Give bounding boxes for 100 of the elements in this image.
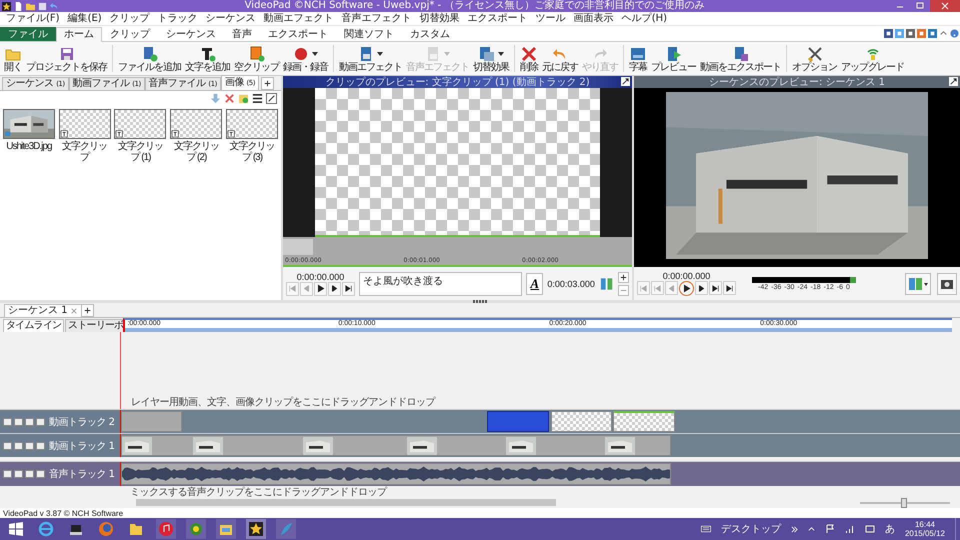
delete-icon[interactable] — [224, 93, 235, 104]
menu-item[interactable]: ツール — [532, 12, 570, 24]
clock-date[interactable]: 2015/05/12 — [904, 529, 945, 538]
text-clip[interactable] — [550, 411, 612, 432]
resize-icon[interactable] — [266, 93, 277, 104]
dropdown-icon — [377, 52, 383, 56]
transport-button[interactable] — [723, 281, 736, 295]
add-tab-icon[interactable] — [260, 77, 274, 90]
close-tab-icon[interactable] — [70, 308, 77, 314]
toolbar-button[interactable]: 動画エフェクト — [337, 43, 404, 74]
ribbon-tab[interactable]: エクスポート — [260, 27, 336, 41]
text-clip-thumbnail[interactable] — [114, 109, 166, 139]
toolbar-button[interactable]: 字幕 — [627, 43, 649, 74]
toolbar-button[interactable]: 切替効果 — [471, 43, 511, 74]
menu-item[interactable]: クリップ — [106, 12, 154, 24]
input-icon[interactable] — [864, 524, 875, 534]
ribbon-tab[interactable]: クリップ — [102, 27, 158, 41]
undock-icon[interactable] — [949, 77, 958, 86]
transport-button[interactable] — [709, 281, 722, 295]
ribbon-tab[interactable]: ホーム — [56, 27, 102, 42]
toolbar-button[interactable]: プレビュー — [649, 43, 698, 74]
browser-icon[interactable] — [36, 519, 56, 539]
list-view-icon[interactable] — [252, 93, 263, 104]
menu-item[interactable]: ヘルプ(H) — [618, 12, 672, 24]
text-add-icon — [200, 46, 216, 62]
sequence-tab[interactable]: シーケンス 1 — [4, 304, 83, 317]
toolbar-button[interactable]: ファイルを追加 — [116, 43, 183, 74]
toolbar-button[interactable]: 開く — [2, 43, 24, 74]
menu-item[interactable]: ファイル(F) — [2, 12, 64, 24]
toolbar-button[interactable]: 空クリップ — [232, 43, 281, 74]
help-icon[interactable] — [950, 29, 959, 38]
track-header[interactable]: 音声トラック 1 — [0, 462, 120, 486]
ribbon-tab[interactable]: シーケンス — [158, 27, 224, 41]
toolbar-button[interactable]: オプション — [790, 43, 839, 74]
ribbon-tab[interactable]: 関連ソフト — [336, 27, 402, 41]
text-clip-thumbnail[interactable] — [170, 109, 222, 139]
track-header[interactable]: 動画トラック 2 — [0, 410, 120, 433]
track-header[interactable]: 動画トラック 1 — [0, 434, 120, 457]
text-clip[interactable] — [613, 411, 675, 432]
thumbnail-label: 文字クリップ (2) — [172, 141, 220, 163]
caret-icon[interactable] — [808, 526, 815, 532]
menu-item[interactable]: 画面表示 — [570, 12, 618, 24]
menu-item[interactable]: 動画エフェクト — [260, 12, 338, 24]
toolbar-button[interactable]: 元に戻す — [540, 43, 580, 74]
toolbar-button[interactable]: アップグレード — [839, 43, 906, 74]
ribbon-tab[interactable]: ファイル — [0, 27, 56, 41]
transport-button[interactable] — [328, 282, 341, 296]
view-tab[interactable]: タイムライン — [3, 319, 64, 332]
toolbar-button[interactable]: 録画・録音 — [281, 43, 330, 74]
save-icon[interactable] — [38, 2, 47, 10]
ribbon-tab[interactable]: カスタム — [402, 27, 458, 41]
toolbar-button[interactable]: 文字を追加 — [183, 43, 232, 74]
transport-button[interactable] — [679, 281, 694, 296]
text-field[interactable]: そよ風が吹き渡る — [359, 272, 522, 296]
keyboard-icon[interactable] — [700, 524, 711, 534]
menu-item[interactable]: トラック — [154, 12, 202, 24]
skip-start-icon — [288, 284, 297, 293]
video-clip[interactable] — [121, 435, 672, 456]
file-explorer-icon[interactable] — [216, 519, 236, 539]
globe-icon[interactable] — [186, 519, 206, 539]
antenna-icon — [864, 46, 880, 62]
horizontal-scrollbar[interactable] — [136, 499, 556, 506]
clip-thumbnail — [506, 437, 536, 455]
toolbar-button[interactable]: 削除 — [518, 43, 540, 74]
toolbar-button[interactable]: プロジェクトを保存 — [24, 43, 109, 74]
toolbar-label[interactable]: デスクトップ — [720, 522, 781, 536]
tools-icon — [806, 46, 822, 62]
ribbon-tab[interactable]: 音声 — [224, 27, 260, 41]
undock-icon[interactable] — [621, 77, 630, 86]
menu-item[interactable]: 切替効果 — [416, 12, 464, 24]
text-clip-thumbnail[interactable] — [58, 109, 111, 139]
split-screen-button[interactable] — [905, 272, 931, 294]
skip-start-icon — [639, 284, 648, 292]
transport-button[interactable] — [695, 281, 708, 295]
transport-button[interactable] — [342, 282, 355, 296]
menu-item[interactable]: 編集(E) — [64, 12, 106, 24]
ime-indicator[interactable]: あ — [884, 522, 895, 536]
plus-icon[interactable] — [618, 272, 629, 282]
splitter-handle[interactable] — [473, 300, 487, 303]
close-button[interactable] — [930, 0, 960, 12]
music-icon[interactable] — [156, 519, 176, 539]
snapshot-button[interactable] — [937, 272, 957, 294]
star-icon[interactable] — [246, 519, 266, 539]
network-icon[interactable] — [844, 524, 855, 534]
flag-icon[interactable] — [824, 524, 835, 534]
menu-item[interactable]: 音声エフェクト — [338, 12, 416, 24]
transport-button[interactable] — [314, 282, 327, 296]
toolbar-button[interactable]: 動画をエクスポート — [698, 43, 783, 74]
start-icon[interactable] — [6, 519, 26, 539]
clock-time[interactable]: 16:44 — [914, 520, 935, 529]
add-tab-icon[interactable] — [80, 304, 94, 317]
record-icon — [293, 46, 309, 62]
menu-item[interactable]: シーケンス — [202, 12, 260, 24]
text-clip[interactable] — [486, 411, 549, 432]
drop-hint: ミックスする音声クリップをここにドラッグアンドドロップ — [130, 486, 386, 498]
text-clip[interactable] — [121, 411, 182, 432]
text-clip-thumbnail[interactable] — [226, 109, 278, 139]
menu-item[interactable]: エクスポート — [464, 12, 532, 24]
font-button[interactable]: A — [526, 272, 544, 294]
chevron-icon[interactable] — [790, 526, 798, 532]
